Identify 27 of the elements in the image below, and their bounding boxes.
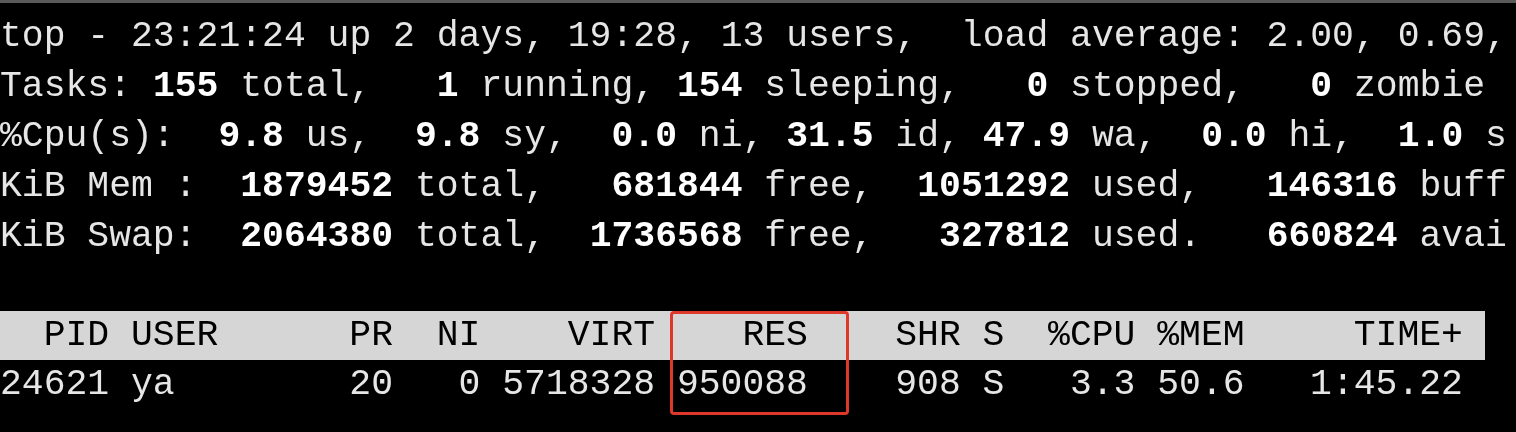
table-cell-text: 5718328 [502,363,656,407]
column-header: PR [348,314,394,358]
table-cell-text: 50.6 [1157,363,1245,407]
column-header: S [982,314,1005,358]
table-cell-text: S [982,363,1005,407]
column-header: NI [435,314,481,358]
table-cell-text: 0 [457,363,481,407]
table-cell-text: 20 [348,363,394,407]
summary-line: KiB Mem : 1879452 total, 681844 free, 1051292 used, 146316 buff [0,165,1507,209]
summary-line: KiB Swap: 2064380 total, 1736568 free, 327812 used. 660824 avai [0,215,1507,259]
column-header: PID [42,314,110,358]
table-cell-text: ya [131,363,176,407]
table-cell-text: 908 [894,363,961,407]
table-cell-text: 950088 [676,363,808,407]
column-header: TIME+ [1352,314,1463,358]
table-cell-text: 3.3 [1068,363,1136,407]
table-cell-text: 1:45.22 [1309,363,1463,407]
column-header: %CPU [1047,314,1136,358]
column-header: SHR [894,314,961,358]
column-header: RES [741,314,808,358]
column-header: %MEM [1157,314,1245,358]
summary-line: %Cpu(s): 9.8 us, 9.8 sy, 0.0 ni, 31.5 id, 47.9 wa, 0.0 hi, 1.0 s [0,115,1507,159]
column-header: USER [131,314,220,358]
summary-line: Tasks: 155 total, 1 running, 154 sleeping, 0 stopped, 0 zombie [0,65,1486,109]
table-cell-text: 24621 [0,363,110,407]
column-header: VIRT [566,314,656,358]
summary-line: top - 23:21:24 up 2 days, 19:28, 13 users, load average: 2.00, 0.69, [0,15,1507,59]
